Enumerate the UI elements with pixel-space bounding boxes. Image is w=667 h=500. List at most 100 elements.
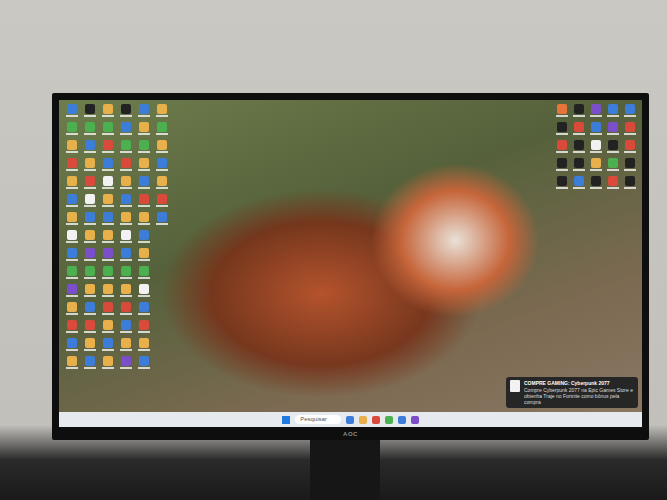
desktop-icon[interactable] xyxy=(99,301,116,319)
desktop-icon[interactable] xyxy=(588,139,604,157)
desktop-icon[interactable] xyxy=(63,139,80,157)
desktop-icon[interactable] xyxy=(63,265,80,283)
desktop-icon[interactable] xyxy=(99,103,116,121)
windows-start-icon[interactable] xyxy=(282,416,290,424)
desktop-icon[interactable] xyxy=(588,175,604,193)
desktop-icon[interactable] xyxy=(117,283,134,301)
desktop-icon[interactable] xyxy=(117,157,134,175)
desktop-icon[interactable] xyxy=(63,229,80,247)
desktop-icon[interactable] xyxy=(99,337,116,355)
taskbar-app-icon[interactable] xyxy=(411,416,419,424)
desktop-icon[interactable] xyxy=(117,175,134,193)
desktop-icon[interactable] xyxy=(605,175,621,193)
desktop-icon[interactable] xyxy=(153,103,170,121)
desktop-icon[interactable] xyxy=(588,103,604,121)
desktop-icon[interactable] xyxy=(622,103,638,121)
desktop-icon[interactable] xyxy=(63,283,80,301)
search-box[interactable]: Pesquisar xyxy=(295,415,341,424)
desktop-icon[interactable] xyxy=(622,175,638,193)
desktop-icon[interactable] xyxy=(135,283,152,301)
desktop-icon[interactable] xyxy=(571,121,587,139)
desktop-icon[interactable] xyxy=(135,103,152,121)
desktop-icon[interactable] xyxy=(153,139,170,157)
desktop-icon[interactable] xyxy=(81,355,98,373)
desktop-icon[interactable] xyxy=(554,157,570,175)
desktop-icon[interactable] xyxy=(135,301,152,319)
desktop-icon[interactable] xyxy=(99,157,116,175)
desktop-icon[interactable] xyxy=(554,103,570,121)
desktop-icon[interactable] xyxy=(81,283,98,301)
desktop-icon[interactable] xyxy=(63,355,80,373)
desktop-icon[interactable] xyxy=(554,175,570,193)
desktop-icon[interactable] xyxy=(153,121,170,139)
desktop-icon[interactable] xyxy=(153,175,170,193)
desktop-icon[interactable] xyxy=(99,229,116,247)
taskbar-app-icon[interactable] xyxy=(398,416,406,424)
desktop-icon[interactable] xyxy=(135,175,152,193)
desktop-icon[interactable] xyxy=(135,265,152,283)
desktop-icon[interactable] xyxy=(135,319,152,337)
desktop-icon[interactable] xyxy=(117,337,134,355)
taskbar-app-icon[interactable] xyxy=(346,416,354,424)
desktop-icon[interactable] xyxy=(99,355,116,373)
desktop-icon[interactable] xyxy=(81,211,98,229)
desktop-icon[interactable] xyxy=(153,211,170,229)
desktop-icon[interactable] xyxy=(99,121,116,139)
desktop-icon[interactable] xyxy=(117,265,134,283)
desktop-icon[interactable] xyxy=(622,121,638,139)
desktop-icon[interactable] xyxy=(81,175,98,193)
taskbar-app-icon[interactable] xyxy=(359,416,367,424)
desktop-icon[interactable] xyxy=(117,319,134,337)
desktop-icon[interactable] xyxy=(99,175,116,193)
desktop-icon[interactable] xyxy=(153,193,170,211)
desktop-icon[interactable] xyxy=(571,175,587,193)
desktop-icon[interactable] xyxy=(117,139,134,157)
desktop-icon[interactable] xyxy=(622,157,638,175)
desktop-icon[interactable] xyxy=(99,265,116,283)
desktop-icon[interactable] xyxy=(81,229,98,247)
desktop-icon[interactable] xyxy=(571,103,587,121)
desktop-icon[interactable] xyxy=(117,355,134,373)
desktop-icon[interactable] xyxy=(63,103,80,121)
desktop-icon[interactable] xyxy=(135,229,152,247)
desktop-icon[interactable] xyxy=(63,175,80,193)
desktop-icon[interactable] xyxy=(63,247,80,265)
desktop-icon[interactable] xyxy=(63,157,80,175)
desktop-icon[interactable] xyxy=(117,229,134,247)
desktop-icon[interactable] xyxy=(135,337,152,355)
desktop-icon[interactable] xyxy=(99,283,116,301)
desktop-icon[interactable] xyxy=(117,247,134,265)
desktop-icon[interactable] xyxy=(99,247,116,265)
desktop-icon[interactable] xyxy=(81,157,98,175)
desktop-icon[interactable] xyxy=(117,103,134,121)
desktop-icon[interactable] xyxy=(81,319,98,337)
desktop-icon[interactable] xyxy=(99,193,116,211)
desktop-icon[interactable] xyxy=(63,211,80,229)
desktop-icon[interactable] xyxy=(135,121,152,139)
desktop-icon[interactable] xyxy=(63,319,80,337)
desktop-icon[interactable] xyxy=(605,139,621,157)
desktop-icon[interactable] xyxy=(99,319,116,337)
desktop-icon[interactable] xyxy=(81,247,98,265)
desktop-icon[interactable] xyxy=(81,121,98,139)
desktop-icon[interactable] xyxy=(571,157,587,175)
desktop-icon[interactable] xyxy=(117,193,134,211)
desktop-icon[interactable] xyxy=(81,337,98,355)
desktop-icon[interactable] xyxy=(117,121,134,139)
desktop-icon[interactable] xyxy=(81,103,98,121)
desktop-icon[interactable] xyxy=(117,211,134,229)
desktop-icon[interactable] xyxy=(99,139,116,157)
desktop-icon[interactable] xyxy=(99,211,116,229)
desktop-icon[interactable] xyxy=(153,157,170,175)
desktop-icon[interactable] xyxy=(135,193,152,211)
desktop-icon[interactable] xyxy=(605,103,621,121)
desktop-icon[interactable] xyxy=(81,193,98,211)
desktop-icon[interactable] xyxy=(135,211,152,229)
desktop-icon[interactable] xyxy=(63,301,80,319)
desktop-icon[interactable] xyxy=(81,265,98,283)
desktop-icon[interactable] xyxy=(135,355,152,373)
desktop-icon[interactable] xyxy=(81,139,98,157)
desktop-icon[interactable] xyxy=(63,121,80,139)
desktop-icon[interactable] xyxy=(117,301,134,319)
desktop-icon[interactable] xyxy=(605,157,621,175)
